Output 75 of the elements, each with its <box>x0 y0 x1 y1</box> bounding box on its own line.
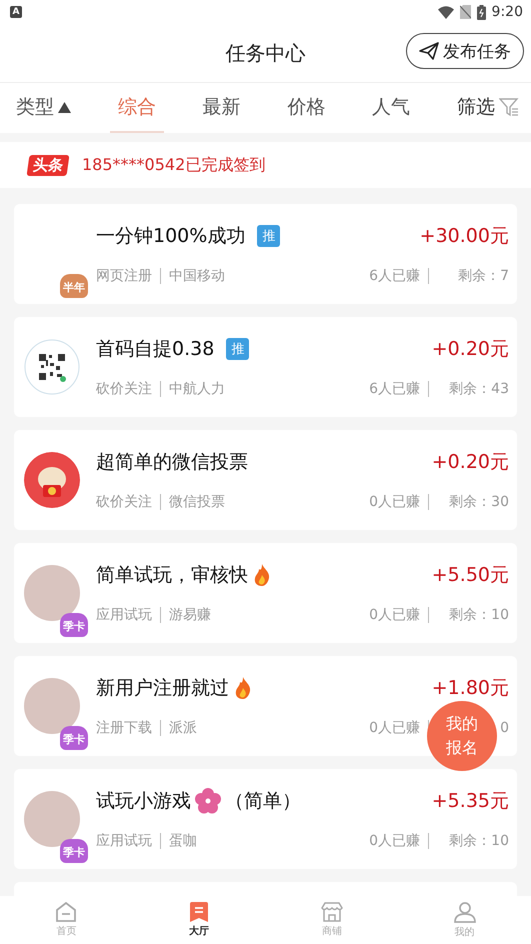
headline-tag: 头条 <box>26 154 70 176</box>
earned-count: 0人已赚 <box>369 719 420 737</box>
task-card[interactable]: 季卡 试玩小游戏 （简单） +5.35元 应用试玩 蛋咖 0人已赚 剩余：10 <box>14 769 517 869</box>
task-company: 微信投票 <box>169 493 225 511</box>
reward-amount: +5.35元 <box>432 789 509 814</box>
earned-count: 0人已赚 <box>369 493 420 511</box>
crown-badge: 季卡 <box>60 613 88 637</box>
task-company: 蛋咖 <box>169 832 197 850</box>
task-company: 中航人力 <box>169 380 225 398</box>
task-company: 派派 <box>169 719 197 737</box>
reward-amount: +0.20元 <box>432 450 509 475</box>
earned-count: 6人已赚 <box>369 380 420 398</box>
remaining-count: 0 <box>500 720 509 736</box>
crown-badge: 季卡 <box>60 726 88 750</box>
ticker-text: 185****0542已完成签到 <box>82 154 266 176</box>
task-title: 首码自提0.38 <box>96 337 214 362</box>
task-category: 注册下载 <box>96 719 152 737</box>
task-category: 应用试玩 <box>96 832 152 850</box>
task-company: 中国移动 <box>169 267 225 285</box>
task-company: 游易赚 <box>169 606 211 624</box>
sort-tab[interactable]: 价格 <box>279 83 334 133</box>
task-card[interactable]: 半年 一分钟100%成功 推 +30.00元 网页注册 中国移动 6人已赚 剩余：7 <box>14 204 517 304</box>
task-card[interactable]: 季卡 简单试玩，审核快 +5.50元 应用试玩 游易赚 0人已赚 剩余：10 <box>14 543 517 643</box>
task-title: 试玩小游戏 <box>96 789 191 814</box>
filter-icon <box>498 97 519 117</box>
sort-tab[interactable]: 筛选 <box>448 83 519 133</box>
reward-amount: +1.80元 <box>432 676 509 701</box>
nav-tab[interactable]: 大厅 <box>132 896 266 944</box>
bookmark-icon <box>190 902 208 922</box>
crown-badge: 季卡 <box>60 839 88 863</box>
remaining-count: 剩余：10 <box>449 833 509 849</box>
earned-count: 0人已赚 <box>369 832 420 850</box>
task-title: 超简单的微信投票 <box>96 450 248 475</box>
task-title: 一分钟100%成功 <box>96 224 246 249</box>
crown-badge: 半年 <box>60 274 88 298</box>
home-icon <box>55 902 78 922</box>
wifi-icon <box>438 6 454 18</box>
battery-icon <box>476 4 486 20</box>
flower-icon <box>195 788 221 814</box>
sort-tab[interactable]: 类型 <box>16 83 79 133</box>
reward-amount: +0.20元 <box>432 337 509 362</box>
remaining-count: 剩余：43 <box>449 381 509 397</box>
remaining-count: 剩余：30 <box>449 494 509 510</box>
qr-code-avatar <box>24 339 80 395</box>
earned-count: 6人已赚 <box>369 267 420 285</box>
sort-tab[interactable]: 人气 <box>364 83 418 133</box>
send-icon <box>419 42 439 60</box>
no-sim-icon <box>460 5 471 19</box>
task-category: 应用试玩 <box>96 606 152 624</box>
task-category: 砍价关注 <box>96 493 152 511</box>
task-card[interactable]: 超简单的微信投票 +0.20元 砍价关注 微信投票 0人已赚 剩余：30 <box>14 430 517 530</box>
fire-icon <box>252 564 272 586</box>
remaining-count: 剩余：10 <box>449 607 509 623</box>
task-title-suffix: （简单） <box>225 789 301 814</box>
fire-icon <box>233 677 253 699</box>
sort-tab[interactable]: 最新 <box>194 83 249 133</box>
task-category: 网页注册 <box>96 267 152 285</box>
notification-icon: A <box>10 6 22 18</box>
remaining-count: 剩余：7 <box>458 268 509 284</box>
task-card[interactable]: 首码自提0.38 推 +0.20元 砍价关注 中航人力 6人已赚 剩余：43 <box>14 317 517 417</box>
task-title: 简单试玩，审核快 <box>96 563 248 588</box>
recommended-tag: 推 <box>226 338 250 360</box>
recommended-tag: 推 <box>257 225 280 247</box>
task-category: 砍价关注 <box>96 380 152 398</box>
clock-time: 9:20 <box>492 4 523 20</box>
reward-amount: +30.00元 <box>420 224 509 249</box>
publish-task-button[interactable]: 发布任务 <box>406 33 524 69</box>
earned-count: 0人已赚 <box>369 606 420 624</box>
shop-icon <box>320 902 343 922</box>
reward-amount: +5.50元 <box>432 563 509 588</box>
page-title: 任务中心 <box>226 40 306 66</box>
user-icon <box>454 902 476 922</box>
cartoon-avatar <box>24 452 80 508</box>
triangle-up-icon <box>58 102 71 112</box>
task-title: 新用户注册就过 <box>96 676 229 701</box>
